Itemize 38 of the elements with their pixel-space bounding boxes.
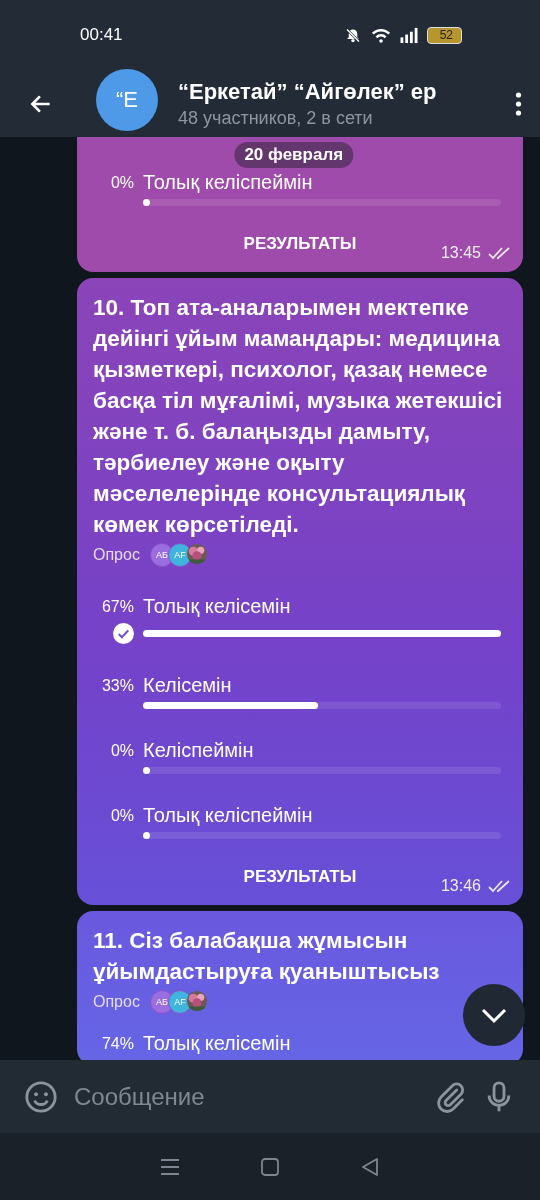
- vote-percent: 67%: [100, 597, 134, 616]
- voter-avatar: AF: [167, 543, 192, 567]
- vote-percent: 0%: [109, 173, 134, 192]
- message-time: 13:46: [440, 877, 481, 895]
- poll-option: Толық келісемін: [143, 595, 507, 618]
- poll-option: Толық келіспеймін: [143, 171, 507, 194]
- member-count: 48 участников, 2 в сети: [178, 107, 374, 129]
- battery-indicator: 52: [426, 26, 462, 44]
- poll-question: 10. Топ ата-аналарымен мектепке дейінгі ұйым мамандары: медицина қызметкері, психолог, қазақ немесе басқа тіл мұғалімі, музыка жетекшісі және т. б. балаңызды дамыту, тәрбиелеу және оқыту мәселелерінде консультациялық көмек көрсетіледі.: [93, 294, 504, 539]
- vote-percent: 0%: [109, 806, 134, 825]
- group-avatar[interactable]: “E: [96, 68, 158, 131]
- voter-avatar: AF: [167, 990, 192, 1014]
- back-triangle-icon[interactable]: [360, 1156, 380, 1177]
- poll-option: Келісемін: [143, 674, 507, 697]
- vote-percent: 0%: [109, 741, 134, 760]
- message-field[interactable]: Сообщение: [72, 1081, 420, 1112]
- message-time: 13:45: [440, 244, 481, 262]
- more-options-icon[interactable]: [515, 91, 522, 116]
- date-label: 20 февраля: [234, 142, 354, 168]
- results-button[interactable]: РЕЗУЛЬТАТЫ: [235, 230, 365, 258]
- message-bar[interactable]: Сообщение: [0, 1060, 540, 1133]
- vote-percent: 74%: [100, 1034, 134, 1053]
- poll-option: Толық келісемін: [143, 1032, 507, 1055]
- poll-type-label: Опрос: [93, 546, 140, 564]
- emoji-icon[interactable]: [24, 1079, 58, 1114]
- results-button[interactable]: РЕЗУЛЬТАТЫ: [235, 863, 365, 891]
- signal-icon: [398, 26, 419, 44]
- menu-icon[interactable]: [160, 1156, 180, 1177]
- poll-option: Толық келіспеймін: [143, 804, 507, 827]
- clock-time: 00:41: [80, 25, 123, 45]
- poll-option: Келіспеймін: [143, 739, 507, 762]
- scroll-down-button[interactable]: [463, 984, 525, 1046]
- poll-type-label: Опрос: [93, 993, 140, 1011]
- chat-title[interactable]: “Еркетай” “Айгөлек” ер: [178, 78, 489, 105]
- poll-question: 11. Сіз балабақша жұмысын ұйымдастыруға қуаныштысыз: [93, 927, 441, 986]
- wifi-icon: [370, 26, 391, 44]
- vote-percent: 33%: [100, 676, 134, 695]
- home-square-icon[interactable]: [260, 1156, 280, 1177]
